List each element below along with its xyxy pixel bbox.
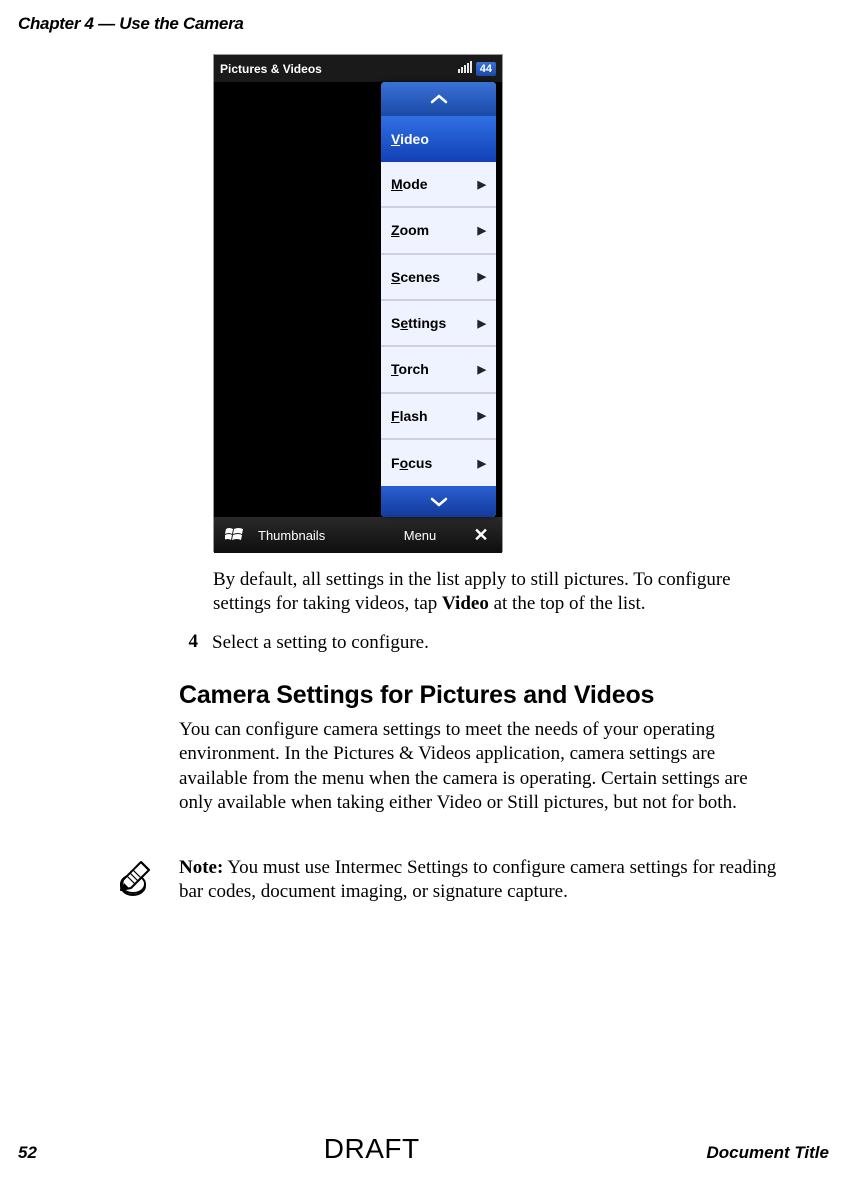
submenu-arrow-icon: ▶ [478, 409, 486, 422]
paragraph: You can configure camera settings to mee… [179, 718, 779, 815]
submenu-arrow-icon: ▶ [478, 224, 486, 237]
menu-item-torch[interactable]: Torch ▶ [381, 347, 496, 393]
menu-label: Scenes [391, 269, 440, 285]
menu-label: Focus [391, 455, 432, 471]
chevron-down-icon [430, 497, 448, 507]
menu-scroll-up[interactable] [381, 82, 496, 116]
submenu-arrow-icon: ▶ [478, 178, 486, 191]
step-text: Select a setting to configure. [212, 631, 429, 655]
submenu-arrow-icon: ▶ [478, 317, 486, 330]
pencil-note-icon [117, 858, 159, 905]
chapter-header: Chapter 4 — Use the Camera [18, 14, 244, 34]
menu-softkey[interactable]: Menu [380, 528, 460, 543]
draft-watermark: DRAFT [324, 1133, 420, 1165]
close-softkey[interactable]: ✕ [460, 525, 502, 546]
phone-softkey-bar: Thumbnails Menu ✕ [214, 517, 502, 553]
windows-flag-icon [225, 527, 245, 543]
menu-label: Mode [391, 176, 428, 192]
menu-label: Torch [391, 361, 429, 377]
submenu-arrow-icon: ▶ [478, 363, 486, 376]
menu-item-focus[interactable]: Focus ▶ [381, 440, 496, 486]
menu-label: Flash [391, 408, 428, 424]
start-button[interactable] [214, 527, 256, 543]
menu-label: Video [391, 131, 429, 147]
clock-badge: 44 [476, 62, 496, 76]
page-footer: 52 DRAFT Document Title [18, 1133, 829, 1165]
menu-item-flash[interactable]: Flash ▶ [381, 394, 496, 440]
menu-item-video[interactable]: Video [381, 116, 496, 162]
menu-item-zoom[interactable]: Zoom ▶ [381, 208, 496, 254]
numbered-step: 4 Select a setting to configure. [184, 631, 774, 655]
section-heading: Camera Settings for Pictures and Videos [179, 681, 654, 710]
app-title: Pictures & Videos [220, 62, 322, 76]
menu-label: Zoom [391, 222, 429, 238]
chevron-up-icon [430, 94, 448, 104]
phone-screenshot: Pictures & Videos 44 Video Mode ▶ Zoom ▶ [213, 54, 503, 552]
phone-viewport: Video Mode ▶ Zoom ▶ Scenes ▶ Settings ▶ … [214, 82, 502, 517]
menu-item-scenes[interactable]: Scenes ▶ [381, 255, 496, 301]
menu-scroll-down[interactable] [381, 486, 496, 517]
thumbnails-softkey[interactable]: Thumbnails [256, 528, 380, 543]
note-block: Note: You must use Intermec Settings to … [117, 856, 777, 905]
page-number: 52 [18, 1143, 37, 1163]
note-text: Note: You must use Intermec Settings to … [179, 856, 777, 905]
document-title: Document Title [707, 1143, 829, 1163]
phone-titlebar: Pictures & Videos 44 [214, 55, 502, 82]
submenu-arrow-icon: ▶ [478, 457, 486, 470]
paragraph: By default, all settings in the list app… [213, 568, 773, 617]
menu-label: Settings [391, 315, 446, 331]
step-number: 4 [184, 631, 198, 655]
camera-menu-panel: Video Mode ▶ Zoom ▶ Scenes ▶ Settings ▶ … [381, 82, 496, 517]
submenu-arrow-icon: ▶ [478, 270, 486, 283]
signal-icon [458, 61, 472, 76]
menu-item-mode[interactable]: Mode ▶ [381, 162, 496, 208]
menu-item-settings[interactable]: Settings ▶ [381, 301, 496, 347]
